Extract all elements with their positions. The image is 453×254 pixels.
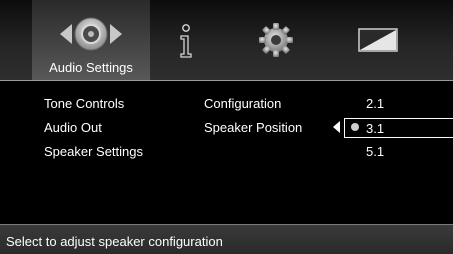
status-bar: Select to adjust speaker configuration [0,225,453,254]
menu-item-audio-out[interactable]: Audio Out [44,120,102,135]
option-2-1[interactable]: 2.1 [366,96,384,111]
menu-item-speaker-position[interactable]: Speaker Position [204,120,302,135]
menu-item-configuration[interactable]: Configuration [204,96,281,111]
option-5-1[interactable]: 5.1 [366,144,384,159]
info-icon [180,24,192,58]
audio-settings-screen: Audio Settings Tone Controls Audio Out S… [0,0,453,254]
menu-item-tone-controls[interactable]: Tone Controls [44,96,124,111]
selected-radio-icon [351,123,359,131]
left-arrow-icon [333,121,340,133]
selection-highlight [344,118,453,138]
status-hint: Select to adjust speaker configuration [6,234,223,249]
menu-item-speaker-settings[interactable]: Speaker Settings [44,144,143,159]
speaker-icon [60,17,122,51]
tab-audio-settings[interactable]: Audio Settings [32,0,150,80]
display-icon [358,28,398,52]
top-divider [0,80,453,81]
option-3-1[interactable]: 3.1 [366,121,384,136]
gear-icon [259,23,293,57]
tab-audio-settings-label: Audio Settings [49,60,133,75]
category-tab-bar: Audio Settings [0,0,453,80]
